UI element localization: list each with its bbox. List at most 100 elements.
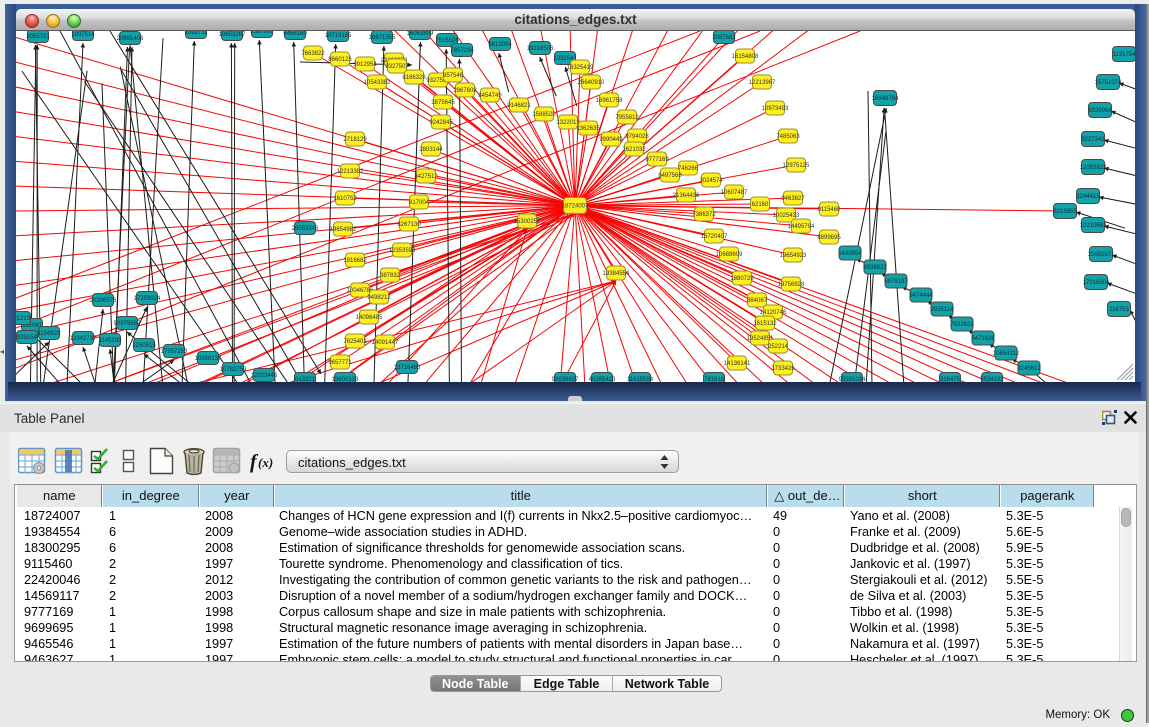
svg-text:19600133: 19600133 [332, 377, 359, 382]
svg-text:12975125: 12975125 [783, 163, 810, 169]
svg-text:7632621: 7632621 [950, 322, 974, 328]
svg-text:90975887: 90975887 [114, 321, 141, 327]
svg-text:14120746: 14120746 [760, 310, 787, 316]
svg-text:9242845: 9242845 [429, 120, 453, 126]
svg-text:316475: 316475 [940, 377, 961, 382]
svg-text:8938923: 8938923 [863, 265, 887, 271]
svg-text:2803144: 2803144 [419, 147, 443, 153]
svg-text:3024574: 3024574 [699, 178, 723, 184]
svg-text:1621032: 1621032 [622, 147, 646, 153]
svg-text:9657771: 9657771 [328, 360, 352, 366]
svg-text:1244415: 1244415 [1076, 194, 1100, 200]
svg-text:13716485: 13716485 [394, 365, 421, 371]
svg-text:9463627: 9463627 [781, 196, 805, 202]
svg-text:9498212: 9498212 [367, 295, 391, 301]
svg-text:8660123: 8660123 [328, 57, 352, 63]
svg-text:10025433: 10025433 [773, 213, 800, 219]
svg-text:746266: 746266 [678, 166, 699, 172]
svg-text:10543382: 10543382 [364, 80, 391, 86]
svg-text:14091447: 14091447 [372, 340, 399, 346]
svg-text:8267130: 8267130 [397, 222, 421, 228]
svg-text:3912954: 3912954 [353, 62, 377, 68]
svg-text:831213: 831213 [16, 316, 31, 322]
svg-text:16961758: 16961758 [596, 98, 623, 104]
svg-text:12213967: 12213967 [749, 80, 776, 86]
svg-text:252214: 252214 [768, 344, 789, 350]
svg-text:6466160: 6466160 [283, 31, 307, 37]
svg-text:(x): (x) [258, 455, 273, 470]
svg-text:26640910: 26640910 [578, 80, 605, 86]
svg-text:1527602: 1527602 [250, 31, 274, 35]
svg-text:62160: 62160 [752, 202, 769, 208]
svg-text:1156829: 1156829 [38, 331, 62, 337]
svg-text:1131754: 1131754 [1113, 52, 1135, 58]
svg-text:7386372: 7386372 [692, 212, 716, 218]
svg-text:10358137: 10358137 [195, 356, 222, 362]
svg-text:1615132: 1615132 [753, 321, 777, 327]
svg-text:6497568: 6497568 [658, 173, 682, 179]
svg-text:1610752: 1610752 [333, 196, 357, 202]
svg-text:15300257: 15300257 [514, 219, 541, 225]
svg-text:1092711: 1092711 [185, 31, 209, 36]
svg-text:2087682: 2087682 [712, 35, 736, 41]
svg-text:15720407: 15720407 [701, 234, 728, 240]
svg-text:957546: 957546 [443, 73, 464, 79]
svg-text:1362635: 1362635 [576, 126, 600, 132]
svg-text:90838637: 90838637 [552, 377, 579, 382]
svg-text:7857234: 7857234 [450, 48, 474, 54]
svg-text:17359924: 17359924 [134, 296, 161, 302]
svg-text:12353599: 12353599 [389, 248, 416, 254]
svg-text:15751074: 15751074 [1095, 80, 1122, 86]
svg-text:18325419: 18325419 [567, 65, 594, 71]
svg-text:95931034: 95931034 [839, 377, 866, 382]
svg-text:19756928: 19756928 [778, 282, 805, 288]
svg-text:10210663: 10210663 [1080, 223, 1107, 229]
svg-text:16053809: 16053809 [407, 31, 434, 37]
svg-text:2935114: 2935114 [931, 307, 955, 313]
svg-text:40265423: 40265423 [589, 377, 616, 382]
svg-text:1250515: 1250515 [132, 343, 156, 349]
svg-text:984067: 984067 [747, 298, 768, 304]
svg-text:5534192: 5534192 [980, 377, 1004, 382]
svg-text:14495794: 14495794 [788, 224, 815, 230]
svg-text:10607487: 10607487 [721, 190, 748, 196]
svg-text:12342737: 12342737 [70, 336, 97, 342]
svg-text:12093822: 12093822 [1080, 165, 1107, 171]
svg-text:8186328: 8186328 [402, 75, 426, 81]
svg-text:21364436: 21364436 [673, 193, 700, 199]
svg-text:116753: 116753 [1109, 307, 1129, 313]
svg-text:16648784: 16648784 [872, 96, 899, 102]
svg-text:10688609: 10688609 [716, 252, 743, 258]
svg-text:19654982: 19654982 [330, 227, 357, 233]
svg-text:1916682: 1916682 [343, 258, 367, 264]
svg-text:1440954: 1440954 [838, 251, 862, 257]
svg-text:9794028: 9794028 [625, 134, 649, 140]
svg-text:1588520: 1588520 [532, 112, 556, 118]
svg-text:20206576: 20206576 [90, 298, 117, 304]
svg-text:7955812: 7955812 [615, 115, 639, 121]
svg-text:10973493: 10973493 [762, 106, 789, 112]
svg-text:939154: 939154 [17, 335, 38, 341]
svg-text:817004: 817004 [409, 200, 430, 206]
svg-text:1733426: 1733426 [771, 366, 795, 372]
svg-text:8454749: 8454749 [478, 93, 502, 99]
svg-text:9146821: 9146821 [507, 103, 531, 109]
svg-text:7485063: 7485063 [776, 134, 800, 140]
svg-text:10653267: 10653267 [219, 32, 246, 38]
svg-text:9245612: 9245612 [1017, 366, 1041, 372]
svg-text:15692971: 15692971 [1088, 252, 1115, 258]
svg-text:9990443: 9990443 [599, 137, 623, 143]
svg-text:3427512: 3427512 [414, 174, 438, 180]
svg-text:9327507: 9327507 [385, 64, 409, 70]
svg-text:11615594: 11615594 [627, 377, 654, 382]
svg-text:043321: 043321 [295, 377, 316, 382]
svg-text:2718129: 2718129 [343, 137, 367, 143]
svg-text:8813054: 8813054 [488, 42, 512, 48]
svg-text:8471626: 8471626 [971, 336, 995, 342]
svg-text:1880729: 1880729 [730, 276, 754, 282]
svg-text:6879197: 6879197 [884, 279, 908, 285]
svg-text:12023446: 12023446 [251, 373, 278, 379]
svg-text:9474444: 9474444 [909, 293, 933, 299]
svg-text:9227341: 9227341 [1081, 137, 1105, 143]
svg-text:10782759: 10782759 [220, 367, 247, 373]
